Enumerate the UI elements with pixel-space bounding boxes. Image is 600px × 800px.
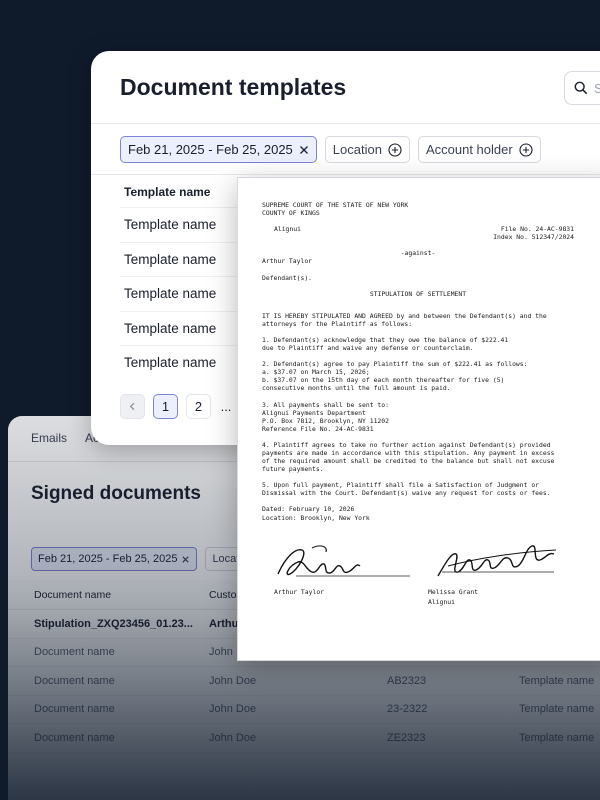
clause-4-line-4: future payments. bbox=[262, 465, 324, 474]
document-name-cell: Document name bbox=[34, 646, 115, 659]
id-cell: AB2323 bbox=[387, 674, 427, 687]
account-holder-filter[interactable]: Account holder bbox=[417, 136, 541, 163]
court-line-1: SUPREME COURT OF THE STATE OF NEW YORK bbox=[262, 201, 409, 209]
signature-melissa-grant bbox=[437, 544, 557, 576]
template-cell: Template name bbox=[519, 674, 595, 687]
dated-line: Dated: February 10, 2026 bbox=[262, 505, 355, 514]
clause-1-line-1: 1. Defendant(s) acknowledge that they ow… bbox=[262, 335, 509, 344]
close-icon[interactable] bbox=[299, 145, 309, 155]
clause-2-line-3: b. $37.07 on the 15th day of each month … bbox=[262, 376, 505, 385]
col-document-name[interactable]: Document name bbox=[34, 589, 209, 601]
prev-page-button[interactable] bbox=[120, 393, 145, 419]
defendant-name: Arthur Taylor bbox=[262, 257, 313, 266]
chevron-left-icon bbox=[129, 402, 135, 410]
signature-area: Arthur Taylor Melissa Grant Alignui bbox=[262, 540, 592, 610]
location-label: Location bbox=[332, 142, 382, 157]
template-cell: Template name bbox=[519, 703, 595, 716]
templates-filters: Feb 21, 2025 - Feb 25, 2025 Location Acc… bbox=[91, 124, 600, 175]
clause-5-line-2: Dismissal with the Court. Defendant(s) w… bbox=[262, 489, 551, 498]
tab-emails[interactable]: Emails bbox=[31, 431, 67, 461]
back-date-range-label: Feb 21, 2025 - Feb 25, 2025 bbox=[38, 553, 178, 565]
clause-4-line-1: 4. Plaintiff agrees to take no further a… bbox=[262, 440, 551, 449]
location-line: Location: Brooklyn, New York bbox=[262, 513, 370, 522]
clause-4-line-3: of the required amount shall be credited… bbox=[262, 457, 555, 466]
document-name-cell: Document name bbox=[34, 731, 115, 744]
customer-cell: John Doe bbox=[209, 703, 257, 716]
clause-3-line-1: 3. All payments shall be sent to: bbox=[262, 400, 389, 409]
document-name-cell: Document name bbox=[34, 703, 115, 716]
document-name-cell: Stipulation_ZXQ23456_01.23... bbox=[34, 618, 209, 630]
document-name-cell: Document name bbox=[34, 674, 115, 687]
index-number: Index No. 512347/2024 bbox=[493, 233, 574, 242]
plus-circle-icon bbox=[388, 142, 402, 157]
intro-line-1: IT IS HEREBY STIPULATED AND AGREED by an… bbox=[262, 311, 547, 320]
customer-cell: John Doe bbox=[209, 674, 257, 687]
search-input[interactable]: S bbox=[564, 71, 600, 105]
clause-1-line-2: due to Plaintiff and waive any defense o… bbox=[262, 344, 474, 353]
signer-2-name: Melissa Grant bbox=[428, 587, 479, 596]
id-cell: ZE2323 bbox=[387, 731, 426, 744]
account-holder-label: Account holder bbox=[425, 142, 513, 157]
stipulation-document-preview: SUPREME COURT OF THE STATE OF NEW YORK C… bbox=[237, 177, 600, 661]
document-heading: STIPULATION OF SETTLEMENT bbox=[369, 289, 467, 298]
intro-line-2: attorneys for the Plaintiff as follows: bbox=[262, 319, 413, 328]
court-line-2: COUNTY OF KINGS bbox=[262, 209, 320, 218]
page-title: Document templates bbox=[120, 74, 347, 100]
date-range-label: Feb 21, 2025 - Feb 25, 2025 bbox=[128, 142, 293, 157]
search-icon bbox=[574, 81, 588, 95]
clause-5-line-1: 5. Upon full payment, Plaintiff shall fi… bbox=[262, 481, 540, 490]
plaintiff-name: Alignui bbox=[274, 225, 301, 234]
page-1-button[interactable]: 1 bbox=[153, 393, 178, 419]
clause-2-line-2: a. $37.07 on March 15, 2026; bbox=[262, 368, 370, 377]
location-filter[interactable]: Location bbox=[324, 136, 410, 163]
customer-cell: John Doe bbox=[209, 731, 257, 744]
defendant-label: Defendant(s). bbox=[262, 273, 313, 282]
search-placeholder: S bbox=[594, 80, 600, 96]
clause-4-line-2: payments are made in accordance with thi… bbox=[262, 448, 555, 457]
clause-2-line-1: 2. Defendant(s) agree to pay Plaintiff t… bbox=[262, 360, 528, 369]
date-range-filter[interactable]: Feb 21, 2025 - Feb 25, 2025 bbox=[120, 136, 317, 163]
templates-header: Document templates S bbox=[91, 51, 600, 124]
clause-3-line-4: Reference File No. 24-AC-9831 bbox=[262, 424, 374, 433]
index-row: Index No. 512347/2024 bbox=[262, 233, 574, 241]
id-cell: 23-2322 bbox=[387, 703, 428, 716]
file-number: File No. 24-AC-9831 bbox=[500, 225, 574, 234]
page-2-button[interactable]: 2 bbox=[186, 393, 211, 419]
signer-2-organization: Alignui bbox=[428, 597, 455, 606]
table-row[interactable]: Document name John Doe ZE2323 Template n… bbox=[8, 724, 600, 753]
template-cell: Template name bbox=[519, 731, 595, 744]
back-date-range-filter[interactable]: Feb 21, 2025 - Feb 25, 2025 bbox=[31, 547, 198, 571]
signature-arthur-taylor bbox=[277, 545, 410, 576]
against-line: -against- bbox=[400, 249, 436, 258]
close-icon[interactable] bbox=[181, 555, 190, 564]
table-row[interactable]: Document name John Doe AB2323 Template n… bbox=[8, 667, 600, 696]
plus-circle-icon bbox=[519, 142, 533, 157]
signer-1-name: Arthur Taylor bbox=[274, 587, 325, 596]
pagination-ellipsis: ... bbox=[220, 398, 232, 414]
table-row[interactable]: Document name John Doe 23-2322 Template … bbox=[8, 696, 600, 724]
clause-3-line-2: Alignui Payments Department bbox=[262, 408, 366, 417]
plaintiff-row: Alignui File No. 24-AC-9831 bbox=[262, 225, 574, 233]
clause-3-line-3: P.O. Box 7812, Brooklyn, NY 11202 bbox=[262, 416, 389, 425]
clause-2-line-4: consecutive months until the full amount… bbox=[262, 384, 451, 393]
